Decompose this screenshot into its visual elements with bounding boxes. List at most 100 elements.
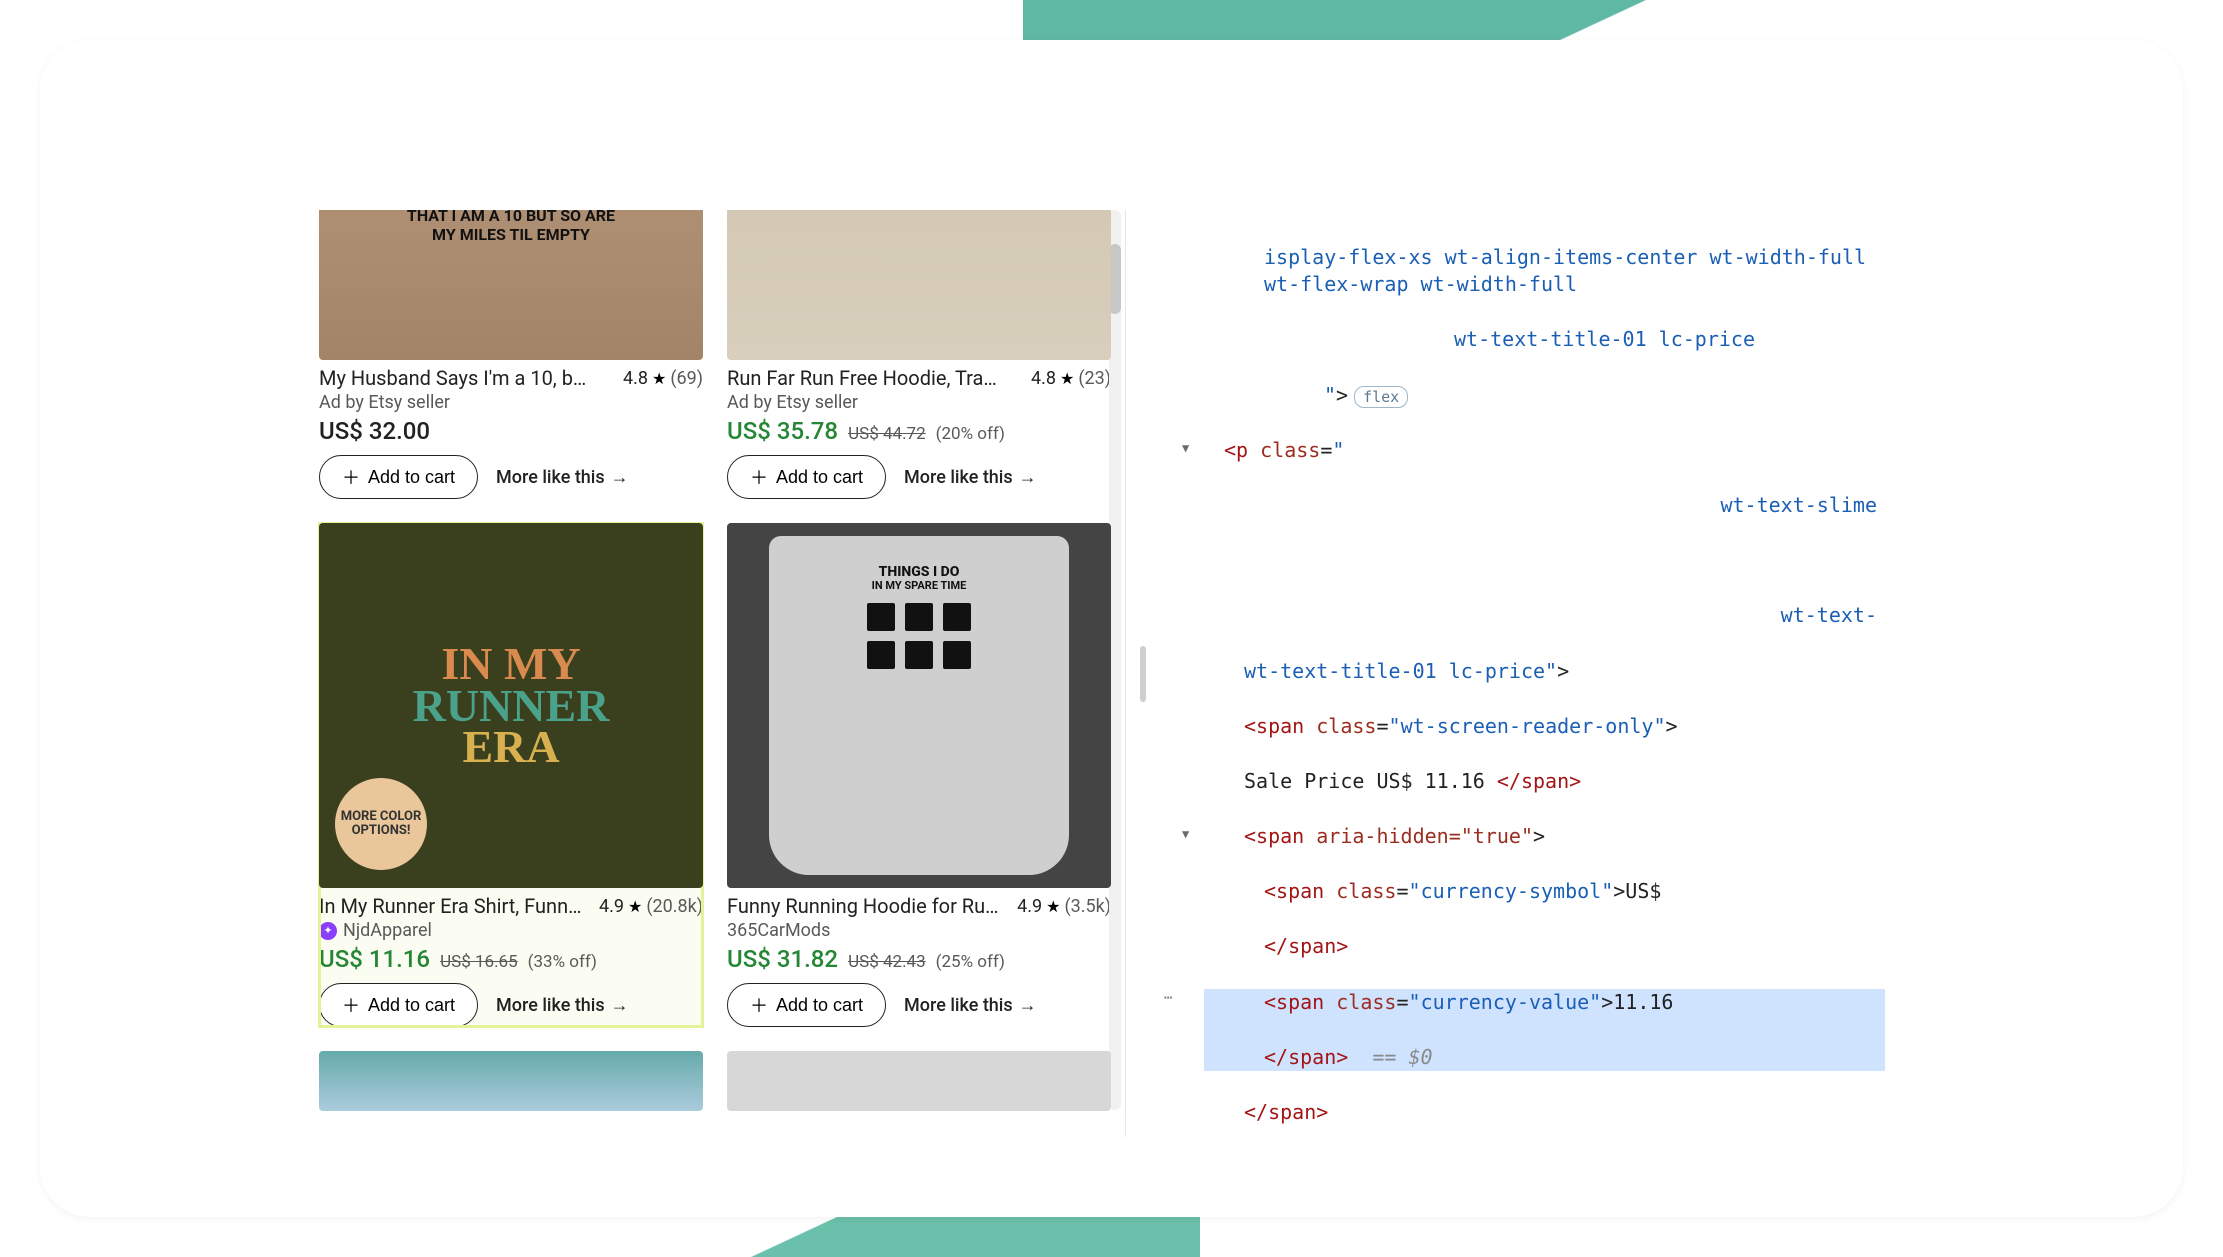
- add-to-cart-button[interactable]: ＋ Add to cart: [319, 455, 478, 499]
- code-text: wt-text-title-01 lc-price: [1244, 659, 1545, 683]
- price: US$ 32.00: [319, 417, 430, 445]
- product-card-peek[interactable]: [727, 1051, 1111, 1111]
- add-to-cart-button[interactable]: ＋ Add to cart: [727, 983, 886, 1027]
- product-image[interactable]: [319, 1051, 703, 1111]
- title-row: My Husband Says I'm a 10, b… 4.8 ★ (69): [319, 366, 703, 390]
- product-title[interactable]: Run Far Run Free Hoodie, Tra…: [727, 366, 1023, 390]
- selected-dom-node[interactable]: ⋯<span class="currency-value">11.16 </sp…: [1204, 989, 1885, 1072]
- rating: 4.9 ★ (3.5k): [1017, 896, 1111, 917]
- review-count: (3.5k): [1064, 896, 1111, 917]
- dom-tree[interactable]: isplay-flex-xs wt-align-items-center wt-…: [1160, 210, 1893, 1137]
- price-row: US$ 11.16 US$ 16.65 (33% off): [319, 945, 703, 973]
- product-art-text: IN MY RUNNER ERA: [413, 643, 610, 767]
- rating: 4.8 ★ (69): [623, 368, 703, 389]
- product-image[interactable]: [727, 1051, 1111, 1111]
- more-label: More like this: [496, 995, 605, 1016]
- devtools-elements-panel[interactable]: isplay-flex-xs wt-align-items-center wt-…: [1160, 210, 1893, 1137]
- price-row: US$ 31.82 US$ 42.43 (25% off): [727, 945, 1111, 973]
- product-title[interactable]: In My Runner Era Shirt, Funn…: [319, 894, 591, 918]
- product-image[interactable]: THAT I AM A 10 BUT SO ARE MY MILES TIL E…: [319, 210, 703, 360]
- product-card[interactable]: Run Far Run Free Hoodie, Tra… 4.8 ★ (23)…: [727, 210, 1111, 499]
- discount: (20% off): [936, 424, 1005, 444]
- actions: ＋ Add to cart More like this →: [319, 455, 703, 499]
- sr-only-text: Sale Price US$ 11.16: [1244, 769, 1485, 793]
- art-line: ERA: [413, 726, 610, 767]
- rating: 4.8 ★ (23): [1031, 368, 1111, 389]
- product-card[interactable]: THAT I AM A 10 BUT SO ARE MY MILES TIL E…: [319, 210, 703, 499]
- product-card-peek[interactable]: [319, 1051, 703, 1111]
- rating-value: 4.8: [1031, 368, 1056, 389]
- code-text: wt-text-slime: [1720, 493, 1877, 517]
- pane-resize-handle[interactable]: [1126, 210, 1160, 1137]
- flex-pill[interactable]: flex: [1354, 386, 1408, 409]
- original-price: US$ 42.43: [848, 952, 926, 972]
- review-count: (20.8k): [646, 896, 703, 917]
- seller-line: ✦ NjdApparel: [319, 920, 703, 941]
- disclosure-triangle-icon[interactable]: ▼: [1182, 440, 1189, 457]
- plus-icon: ＋: [750, 464, 768, 490]
- split-pane: THAT I AM A 10 BUT SO ARE MY MILES TIL E…: [315, 210, 1893, 1137]
- actions: ＋ Add to cart More like this →: [727, 455, 1111, 499]
- add-to-cart-button[interactable]: ＋ Add to cart: [319, 983, 478, 1027]
- discount: (25% off): [936, 952, 1005, 972]
- product-art-text: THINGS I DO IN MY SPARE TIME: [872, 564, 967, 593]
- discount: (33% off): [528, 952, 597, 972]
- more-like-this-link[interactable]: More like this →: [904, 995, 1037, 1016]
- product-card-highlighted[interactable]: IN MY RUNNER ERA MORE COLOR OPTIONS! In …: [319, 523, 703, 1027]
- screenshot-card: THAT I AM A 10 BUT SO ARE MY MILES TIL E…: [40, 40, 2183, 1217]
- currency-symbol-text: US$: [1625, 879, 1661, 903]
- rating-value: 4.9: [1017, 896, 1042, 917]
- more-label: More like this: [904, 467, 1013, 488]
- price-row: US$ 32.00: [319, 417, 703, 445]
- arrow-right-icon: →: [611, 995, 629, 1016]
- seller-line: Ad by Etsy seller: [319, 392, 703, 413]
- rating-value: 4.8: [623, 368, 648, 389]
- seller-line[interactable]: 365CarMods: [727, 920, 1111, 941]
- add-to-cart-button[interactable]: ＋ Add to cart: [727, 455, 886, 499]
- product-grid: THAT I AM A 10 BUT SO ARE MY MILES TIL E…: [315, 210, 1125, 1111]
- product-image[interactable]: IN MY RUNNER ERA MORE COLOR OPTIONS!: [319, 523, 703, 888]
- product-card[interactable]: THINGS I DO IN MY SPARE TIME Funny Runni…: [727, 523, 1111, 1027]
- review-count: (69): [670, 368, 703, 389]
- disclosure-triangle-icon[interactable]: ▼: [1182, 826, 1189, 843]
- star-seller-icon: ✦: [319, 922, 337, 940]
- arrow-right-icon: →: [611, 467, 629, 488]
- add-label: Add to cart: [776, 467, 863, 488]
- add-label: Add to cart: [776, 995, 863, 1016]
- title-row: In My Runner Era Shirt, Funn… 4.9 ★ (20.…: [319, 894, 703, 918]
- original-price: US$ 44.72: [848, 424, 926, 444]
- code-text: isplay-flex-xs wt-align-items-center wt-…: [1264, 245, 1878, 297]
- product-image[interactable]: THINGS I DO IN MY SPARE TIME: [727, 523, 1111, 888]
- currency-value-text: 11.16: [1613, 990, 1673, 1014]
- star-icon: ★: [1046, 897, 1060, 916]
- product-image[interactable]: [727, 210, 1111, 360]
- art-line: IN MY: [413, 643, 610, 684]
- star-icon: ★: [1060, 369, 1074, 388]
- title-row: Funny Running Hoodie for Ru… 4.9 ★ (3.5k…: [727, 894, 1111, 918]
- product-art-text: THAT I AM A 10 BUT SO ARE MY MILES TIL E…: [396, 210, 626, 244]
- more-like-this-link[interactable]: More like this →: [496, 995, 629, 1016]
- plus-icon: ＋: [342, 464, 360, 490]
- arrow-right-icon: →: [1019, 995, 1037, 1016]
- product-title[interactable]: Funny Running Hoodie for Ru…: [727, 894, 1009, 918]
- sale-price: US$ 35.78: [727, 417, 838, 445]
- star-icon: ★: [652, 369, 666, 388]
- actions: ＋ Add to cart More like this →: [319, 983, 703, 1027]
- seller-name[interactable]: NjdApparel: [343, 920, 432, 941]
- plus-icon: ＋: [750, 992, 768, 1018]
- browser-viewport[interactable]: THAT I AM A 10 BUT SO ARE MY MILES TIL E…: [315, 210, 1126, 1137]
- art-icons: [867, 603, 971, 669]
- more-like-this-link[interactable]: More like this →: [496, 467, 629, 488]
- art-line: RUNNER: [413, 685, 610, 726]
- actions: ＋ Add to cart More like this →: [727, 983, 1111, 1027]
- more-label: More like this: [904, 995, 1013, 1016]
- drag-handle-icon: [1140, 646, 1146, 702]
- computed-eq: == $0: [1372, 1045, 1432, 1069]
- product-title[interactable]: My Husband Says I'm a 10, b…: [319, 366, 615, 390]
- code-text: wt-text-title-01 lc-price: [1454, 327, 1755, 351]
- more-like-this-link[interactable]: More like this →: [904, 467, 1037, 488]
- star-icon: ★: [628, 897, 642, 916]
- hoodie-art: THINGS I DO IN MY SPARE TIME: [769, 536, 1069, 874]
- add-label: Add to cart: [368, 995, 455, 1016]
- sale-price: US$ 11.16: [319, 945, 430, 973]
